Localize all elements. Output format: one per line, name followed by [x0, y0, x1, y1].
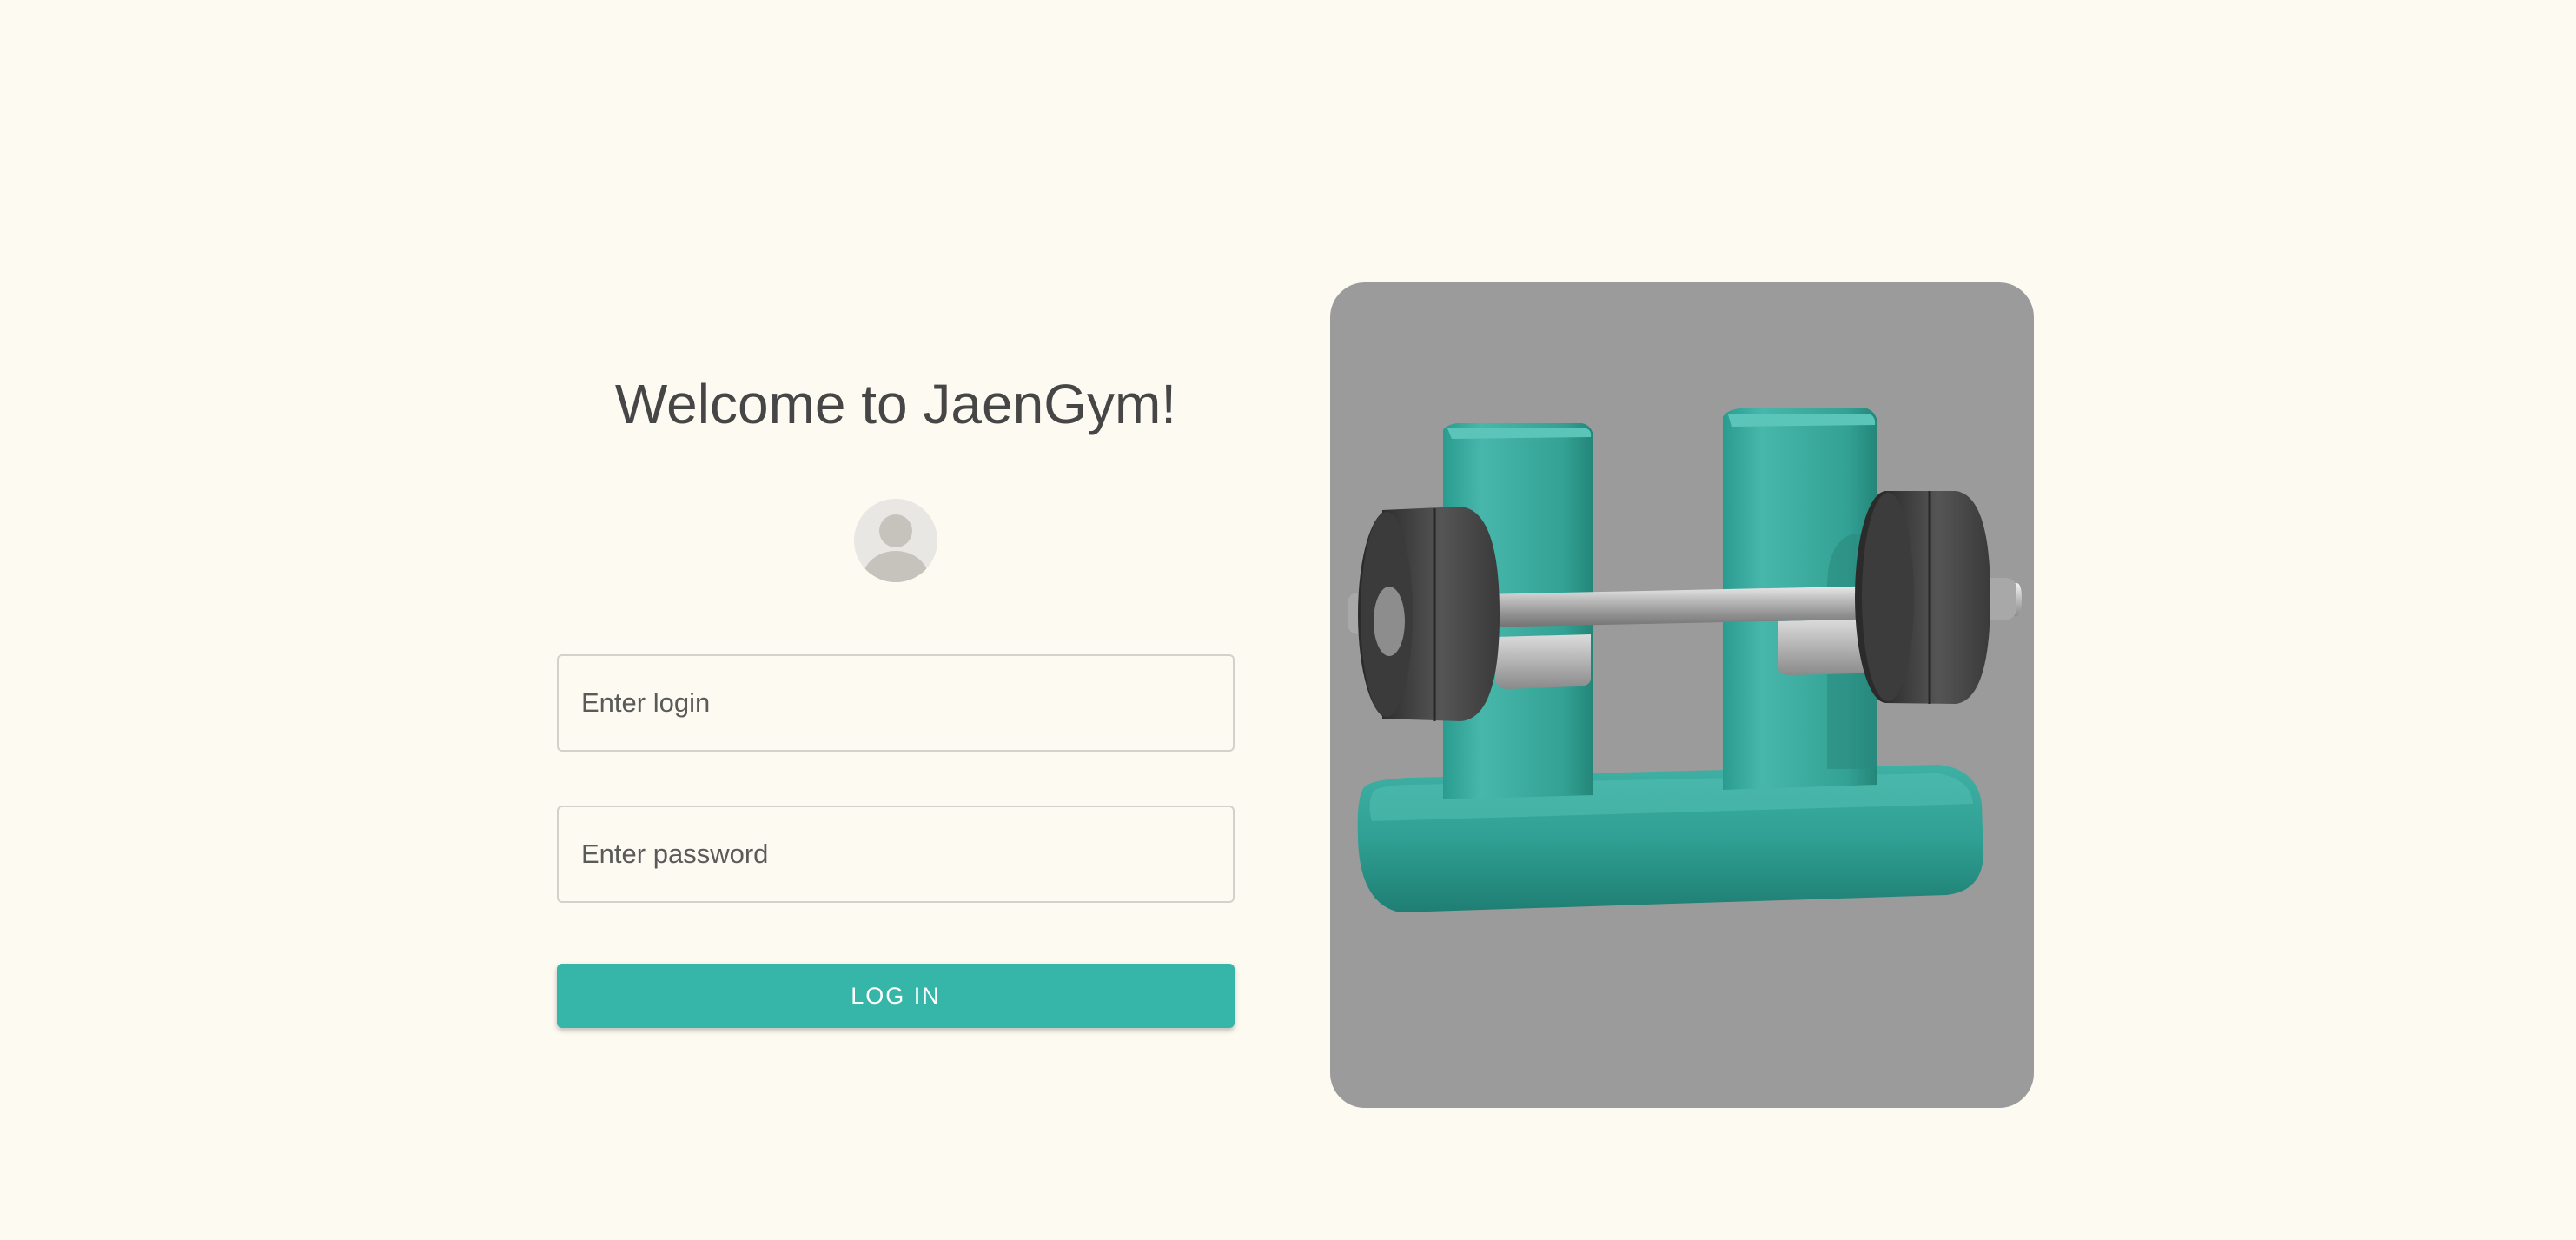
login-input[interactable] — [557, 654, 1235, 752]
password-input[interactable] — [557, 806, 1235, 903]
login-panel: Welcome to JaenGym! LOG IN — [557, 365, 1235, 1028]
login-page: Welcome to JaenGym! LOG IN — [0, 0, 2576, 1240]
login-button[interactable]: LOG IN — [557, 964, 1235, 1028]
welcome-title: Welcome to JaenGym! — [614, 373, 1177, 435]
dumbbell-rack-illustration — [1348, 408, 2022, 912]
user-avatar-icon — [854, 499, 937, 582]
dumbbell-illustration-card — [1330, 282, 2034, 1108]
